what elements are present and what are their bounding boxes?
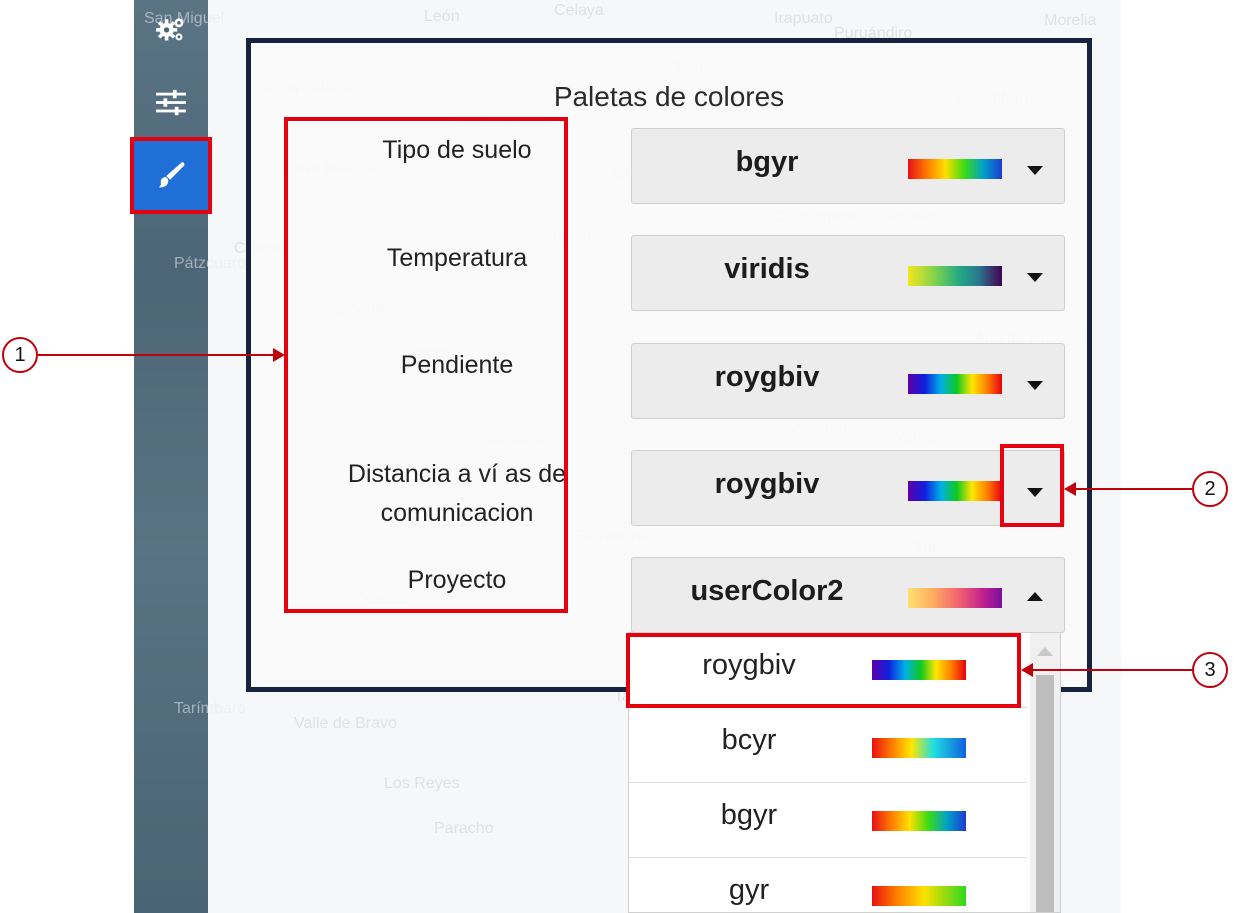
callout-3: 3 xyxy=(1192,652,1228,688)
palette-swatch xyxy=(872,886,966,906)
option-label: bgyr xyxy=(720,799,778,831)
option-highlight xyxy=(626,633,1021,708)
callout-2: 2 xyxy=(1192,471,1228,507)
palette-select-pendiente[interactable]: roygbiv xyxy=(631,343,1065,419)
dropdown-option-bcyr[interactable]: bcyr xyxy=(629,708,1027,783)
dropdown-scrollbar[interactable] xyxy=(1030,633,1060,912)
palette-select-value: userColor2 xyxy=(690,575,844,607)
settings-gears-icon[interactable] xyxy=(156,14,186,44)
palette-select-tipo-de-suelo[interactable]: bgyr xyxy=(631,128,1065,204)
callout-1-arrow-line xyxy=(38,354,274,356)
map-place-label: Celaya xyxy=(554,2,604,19)
palette-swatch xyxy=(908,588,1002,608)
map-place-label: León xyxy=(424,8,460,25)
active-tool-highlight xyxy=(130,137,212,214)
chevron-down-icon[interactable] xyxy=(1027,381,1043,390)
chevron-up-icon[interactable] xyxy=(1027,592,1043,601)
palette-swatch xyxy=(908,374,1002,394)
scroll-up-icon[interactable] xyxy=(1037,647,1053,656)
option-label: bcyr xyxy=(721,724,777,756)
option-label: gyr xyxy=(728,874,770,906)
chevron-down-icon[interactable] xyxy=(1027,166,1043,175)
caret-highlight xyxy=(1000,444,1064,527)
map-place-label: Irapuato xyxy=(774,10,833,27)
panel-title: Paletas de colores xyxy=(553,81,785,112)
sliders-icon[interactable] xyxy=(156,88,186,118)
palette-select-temperatura[interactable]: viridis xyxy=(631,235,1065,311)
map-place-label: Los Reyes xyxy=(384,775,460,792)
palette-select-value: roygbiv xyxy=(714,361,820,393)
map-place-label: Valle de Bravo xyxy=(294,715,397,732)
palette-swatch xyxy=(908,481,1002,501)
palette-select-value: roygbiv xyxy=(714,468,820,500)
map-place-label: Morelia xyxy=(1044,12,1097,29)
callout-3-arrow-line xyxy=(1033,669,1192,671)
dropdown-option-gyr[interactable]: gyr xyxy=(629,858,1027,912)
scrollbar-thumb[interactable] xyxy=(1036,675,1054,912)
callout-2-arrow-line xyxy=(1076,488,1192,490)
palette-select-value: viridis xyxy=(724,253,810,285)
map-place-label: Paracho xyxy=(434,820,494,837)
palette-swatch xyxy=(872,811,966,831)
palette-swatch xyxy=(872,738,966,758)
callout-1: 1 xyxy=(2,337,38,373)
dropdown-option-bgyr[interactable]: bgyr xyxy=(629,783,1027,858)
callout-2-arrowhead xyxy=(1064,482,1076,496)
palette-swatch xyxy=(908,266,1002,286)
chevron-down-icon[interactable] xyxy=(1027,273,1043,282)
row-labels-highlight xyxy=(284,117,568,613)
palette-select-proyecto[interactable]: userColor2 xyxy=(631,557,1065,633)
palette-swatch xyxy=(908,159,1002,179)
palette-select-value: bgyr xyxy=(735,146,799,178)
callout-1-arrowhead xyxy=(273,348,285,362)
callout-3-arrowhead xyxy=(1021,663,1033,677)
